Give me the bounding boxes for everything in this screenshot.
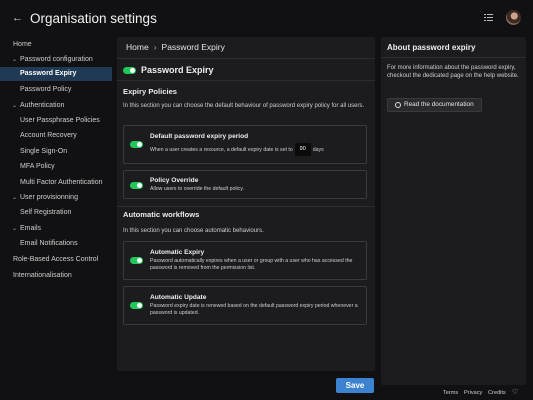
policy-override-toggle[interactable] <box>130 182 143 189</box>
sidebar-item-label: User Passphrase Policies <box>20 117 100 124</box>
sidebar-item-single-sign-on[interactable]: Single Sign-On <box>0 145 112 159</box>
automatic-workflows-heading: Automatic workflows <box>123 210 200 219</box>
divider <box>117 58 375 59</box>
sidebar-item-role-based-access-control[interactable]: Role-Based Access Control <box>0 253 112 267</box>
sidebar-item-internationalisation[interactable]: Internationalisation <box>0 269 112 283</box>
avatar[interactable] <box>506 10 521 25</box>
sidebar-item-label: Password Expiry <box>20 70 77 77</box>
sidebar-item-home[interactable]: Home <box>0 38 112 52</box>
chevron-down-icon: ⌄ <box>12 103 18 109</box>
sidebar-item-authentication[interactable]: ⌄ Authentication <box>0 99 112 113</box>
sidebar-item-label: Password Policy <box>20 86 72 93</box>
footer-privacy-link[interactable]: Privacy <box>464 389 482 397</box>
divider <box>117 80 375 81</box>
breadcrumb-current: Password Expiry <box>161 42 225 52</box>
chevron-down-icon: ⌄ <box>12 57 18 63</box>
sidebar-item-password-expiry[interactable]: Password Expiry <box>0 67 112 81</box>
automatic-expiry-card: Automatic Expiry Password automatically … <box>123 241 367 280</box>
default-expiry-period-card: Default password expiry period When a us… <box>123 125 367 164</box>
page-title: Organisation settings <box>30 11 157 26</box>
sidebar-item-label: Email Notifications <box>20 240 78 247</box>
expiry-policies-heading: Expiry Policies <box>123 87 178 96</box>
automatic-update-toggle[interactable] <box>130 302 143 309</box>
sidebar-item-label: Home <box>13 41 32 48</box>
sidebar-item-label: Role-Based Access Control <box>13 256 99 263</box>
automatic-workflows-description: In this section you can choose automatic… <box>123 228 264 234</box>
sidebar-item-label: Password configuration <box>20 56 93 63</box>
default-expiry-text-after: days <box>312 146 324 153</box>
sidebar-item-label: Internationalisation <box>13 272 72 279</box>
sidebar-item-user-provisionning[interactable]: ⌄ User provisionning <box>0 191 112 205</box>
sidebar-item-mfa-policy[interactable]: MFA Policy <box>0 160 112 174</box>
sidebar-item-label: Account Recovery <box>20 132 77 139</box>
sidebar-item-label: Authentication <box>20 102 65 109</box>
sidebar-item-multi-factor-authentication[interactable]: Multi Factor Authentication <box>0 176 112 190</box>
divider <box>117 206 375 207</box>
sidebar-item-label: MFA Policy <box>20 163 55 170</box>
sidebar-item-password-policy[interactable]: Password Policy <box>0 83 112 97</box>
sidebar-item-label: Self Registration <box>20 209 72 216</box>
help-panel: About password expiry For more informati… <box>381 37 526 385</box>
automatic-expiry-description: Password automatically expires when a us… <box>150 258 353 271</box>
automatic-update-title: Automatic Update <box>150 294 207 301</box>
breadcrumb-separator: › <box>153 42 157 52</box>
footer-terms-link[interactable]: Terms <box>443 389 458 397</box>
breadcrumb: Home › Password Expiry <box>126 42 225 53</box>
automatic-expiry-toggle[interactable] <box>130 257 143 264</box>
sidebar-item-label: User provisionning <box>20 194 78 201</box>
automatic-expiry-title: Automatic Expiry <box>150 249 205 256</box>
divider <box>381 57 526 58</box>
sidebar-item-label: Emails <box>20 225 42 232</box>
chevron-down-icon: ⌄ <box>12 195 18 201</box>
save-button[interactable]: Save <box>336 378 374 393</box>
read-documentation-label: Read the documentation <box>404 101 474 108</box>
sidebar-item-password-configuration[interactable]: ⌄ Password configuration <box>0 53 112 67</box>
default-expiry-period-description: When a user creates a resource, a defaul… <box>150 143 324 157</box>
sidebar-item-label: Multi Factor Authentication <box>20 179 103 186</box>
section-title: Password Expiry <box>141 65 214 75</box>
footer-credits-link[interactable]: Credits <box>488 389 506 397</box>
password-expiry-toggle[interactable] <box>123 67 136 74</box>
policy-override-title: Policy Override <box>150 177 199 184</box>
arrow-left-icon[interactable]: ← <box>12 11 23 25</box>
automatic-update-description: Password expiry date is renewed based on… <box>150 303 358 316</box>
apps-icon[interactable] <box>484 13 494 23</box>
sidebar-item-user-passphrase-policies[interactable]: User Passphrase Policies <box>0 114 112 128</box>
help-panel-text: For more information about the password … <box>387 65 519 79</box>
heart-icon[interactable]: ♡ <box>512 388 518 397</box>
automatic-update-card: Automatic Update Password expiry date is… <box>123 286 367 325</box>
main-panel: Home › Password Expiry Password Expiry Exp… <box>117 37 375 371</box>
sidebar-item-account-recovery[interactable]: Account Recovery <box>0 129 112 143</box>
breadcrumb-home[interactable]: Home <box>126 42 149 52</box>
chevron-down-icon: ⌄ <box>12 226 18 232</box>
sidebar-item-label: Single Sign-On <box>20 148 68 155</box>
top-bar: ← Organisation settings <box>0 0 533 38</box>
sidebar-item-emails[interactable]: ⌄ Emails <box>0 222 112 236</box>
life-ring-icon <box>395 102 401 108</box>
sidebar-item-email-notifications[interactable]: Email Notifications <box>0 237 112 251</box>
expiry-days-input[interactable]: 90 <box>294 143 311 156</box>
sidebar-item-self-registration[interactable]: Self Registration <box>0 206 112 220</box>
expiry-policies-description: In this section you can choose the defau… <box>123 103 365 109</box>
policy-override-card: Policy Override Allow users to override … <box>123 170 367 199</box>
default-expiry-period-toggle[interactable] <box>130 141 143 148</box>
default-expiry-text-before: When a user creates a resource, a defaul… <box>150 146 293 153</box>
policy-override-description: Allow users to override the default poli… <box>150 186 244 192</box>
help-panel-title: About password expiry <box>387 43 476 52</box>
read-documentation-button[interactable]: Read the documentation <box>387 98 482 112</box>
default-expiry-period-title: Default password expiry period <box>150 133 249 140</box>
sidebar: Home ⌄ Password configuration Password Ex… <box>0 36 112 286</box>
